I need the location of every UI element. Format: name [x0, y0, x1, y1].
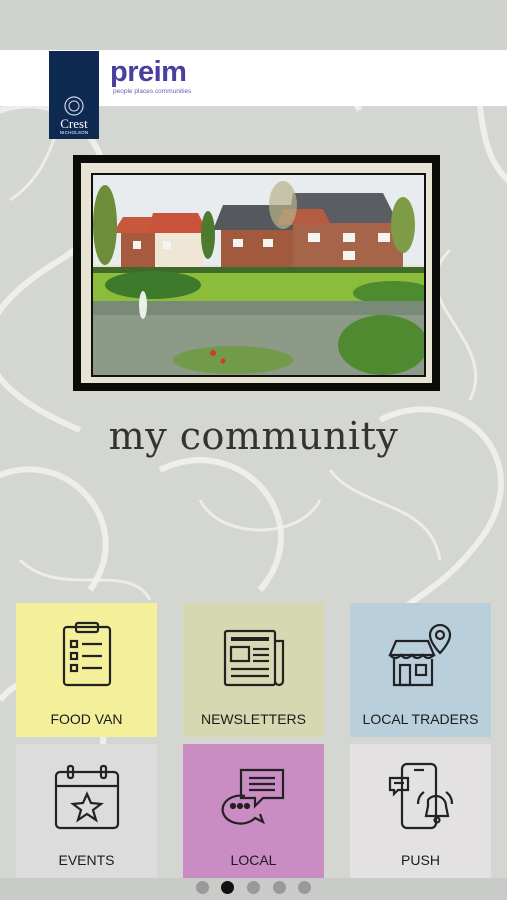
phone-bell-icon [388, 762, 454, 830]
newspaper-icon [223, 629, 285, 687]
tile-label-food-van: FOOD VAN [50, 711, 123, 727]
page-title: my community [108, 414, 399, 458]
tile-label-push: PUSH [401, 852, 440, 868]
tile-label-local: LOCAL [230, 852, 277, 868]
page-dot-5[interactable] [298, 881, 311, 894]
tile-food-van[interactable]: FOOD VAN [16, 603, 157, 737]
crest-subtitle: NICHOLSON [59, 130, 89, 135]
crest-nicholson-logo: Crest NICHOLSON [49, 51, 99, 139]
crest-emblem-icon [64, 96, 84, 116]
tile-local[interactable]: LOCAL [183, 744, 324, 878]
status-area [0, 0, 507, 50]
shop-location-icon [388, 623, 452, 687]
tile-local-traders[interactable]: LOCAL TRADERS [350, 603, 491, 737]
tile-events[interactable]: EVENTS [16, 744, 157, 878]
page-dot-3[interactable] [247, 881, 260, 894]
hero-photo [91, 173, 426, 377]
tile-label-local-traders: LOCAL TRADERS [362, 711, 479, 727]
tile-label-events: EVENTS [58, 852, 115, 868]
clipboard-list-icon [62, 621, 112, 687]
tile-newsletters[interactable]: NEWSLETTERS [183, 603, 324, 737]
calendar-star-icon [54, 764, 120, 830]
crest-wordmark: Crest [60, 116, 88, 131]
page-dot-2[interactable] [221, 881, 234, 894]
page-dot-4[interactable] [273, 881, 286, 894]
hero-photo-frame [73, 155, 440, 391]
tile-push[interactable]: PUSH [350, 744, 491, 878]
page-dot-1[interactable] [196, 881, 209, 894]
tile-label-newsletters: NEWSLETTERS [200, 711, 306, 727]
preim-tagline: people places communities [113, 88, 192, 95]
preim-logo: preim [110, 56, 187, 88]
chat-bubbles-icon [221, 768, 285, 825]
